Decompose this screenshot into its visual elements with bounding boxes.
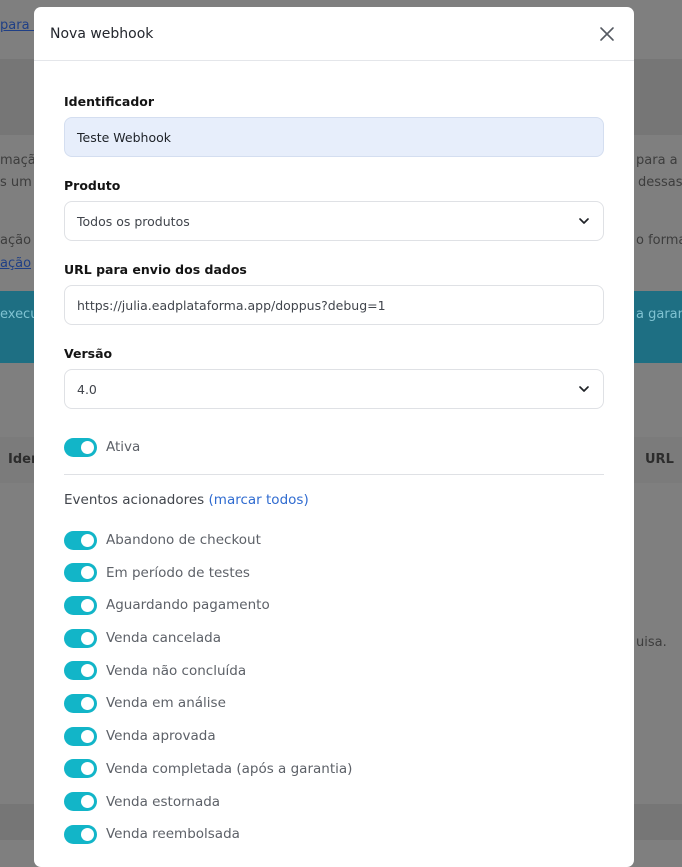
- background-text: o forma: [636, 233, 682, 248]
- event-label: Venda não concluída: [106, 662, 247, 679]
- mark-all-link[interactable]: marcar todos: [214, 492, 304, 508]
- modal-body: Identificador Teste Webhook Produto Todo…: [34, 61, 634, 844]
- modal-title: Nova webhook: [50, 25, 154, 42]
- chevron-down-icon: [579, 218, 589, 224]
- event-item: Em período de testes: [64, 563, 604, 583]
- close-icon: [600, 26, 614, 41]
- event-toggle[interactable]: [64, 661, 97, 681]
- events-title: Eventos acionadores: [64, 492, 205, 508]
- event-toggle[interactable]: [64, 792, 97, 811]
- close-paren: ): [303, 492, 309, 508]
- event-item: Abandono de checkout: [64, 530, 604, 550]
- version-label: Versão: [64, 346, 113, 361]
- event-item: Venda reembolsada: [64, 824, 604, 844]
- modal-header: Nova webhook: [34, 7, 634, 61]
- event-item: Venda em análise: [64, 693, 604, 713]
- event-toggle[interactable]: [64, 726, 97, 746]
- identifier-value: Teste Webhook: [77, 129, 171, 145]
- background-banner-text: execu: [0, 307, 39, 322]
- event-toggle[interactable]: [64, 693, 97, 713]
- webhook-modal: Nova webhook Identificador Teste Webhook…: [34, 7, 634, 867]
- event-label: Venda reembolsada: [106, 826, 240, 843]
- url-input[interactable]: https://julia.eadplataforma.app/doppus?d…: [64, 285, 604, 325]
- product-label: Produto: [64, 178, 121, 193]
- active-toggle-row: Ativa: [64, 437, 604, 457]
- event-label: Abandono de checkout: [106, 532, 261, 548]
- identifier-label: Identificador: [64, 94, 155, 109]
- product-select[interactable]: Todos os produtos: [64, 201, 604, 241]
- url-label: URL para envio dos dados: [64, 262, 247, 277]
- close-button[interactable]: [596, 23, 618, 45]
- event-label: Venda estornada: [106, 793, 221, 810]
- events-title-row: Eventos acionadores (marcar todos): [64, 492, 604, 508]
- background-link: ação: [0, 256, 32, 271]
- event-toggle[interactable]: [64, 563, 97, 583]
- url-value: https://julia.eadplataforma.app/doppus?d…: [77, 297, 386, 313]
- events-list: Abandono de checkout Em período de teste…: [64, 530, 604, 844]
- event-label: Venda cancelada: [106, 630, 222, 647]
- event-label: Em período de testes: [106, 564, 250, 581]
- background-banner-text: a garan: [636, 307, 682, 322]
- identifier-input[interactable]: Teste Webhook: [64, 117, 604, 157]
- event-toggle[interactable]: [64, 530, 97, 550]
- event-toggle[interactable]: [64, 824, 97, 844]
- event-item: Venda não concluída: [64, 661, 604, 681]
- active-toggle[interactable]: [64, 437, 97, 457]
- event-label: Venda aprovada: [106, 728, 216, 745]
- event-item: Venda aprovada: [64, 726, 604, 746]
- background-text: uisa.: [636, 635, 667, 650]
- event-label: Venda completada (após a garantia): [106, 760, 353, 777]
- chevron-down-icon: [579, 386, 589, 392]
- product-selected-value: Todos os produtos: [77, 213, 190, 229]
- version-select[interactable]: 4.0: [64, 369, 604, 409]
- background-table-column: URL: [645, 452, 674, 467]
- active-label: Ativa: [106, 439, 141, 455]
- event-label: Venda em análise: [106, 695, 226, 712]
- background-text: para a s: [636, 153, 682, 168]
- event-toggle[interactable]: [64, 759, 97, 779]
- event-item: Venda cancelada: [64, 628, 604, 648]
- event-toggle[interactable]: [64, 628, 97, 648]
- background-text: dessas: [638, 175, 682, 190]
- version-selected-value: 4.0: [77, 381, 97, 397]
- event-item: Aguardando pagamento: [64, 595, 604, 615]
- event-item: Venda completada (após a garantia): [64, 759, 604, 779]
- event-toggle[interactable]: [64, 595, 97, 615]
- event-label: Aguardando pagamento: [106, 597, 270, 614]
- event-item: Venda estornada: [64, 792, 604, 812]
